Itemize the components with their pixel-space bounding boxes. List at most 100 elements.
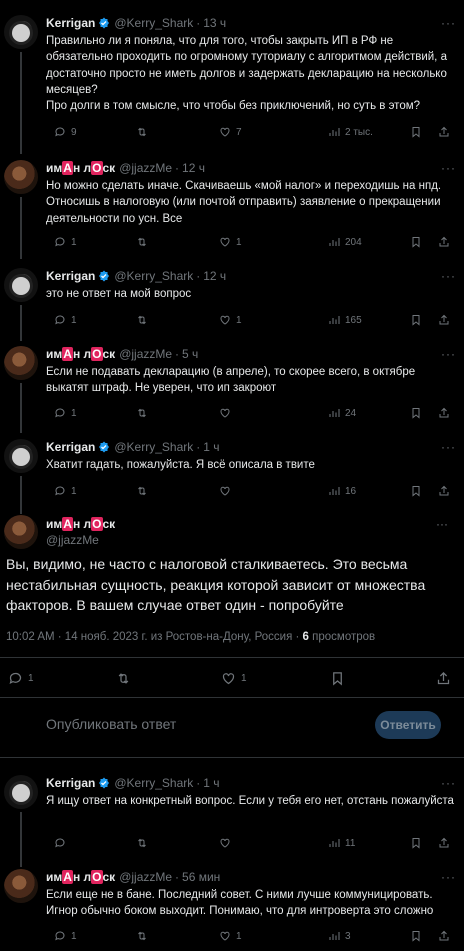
bookmark-button[interactable] [410,837,422,849]
retweet-button[interactable] [136,930,148,942]
retweet-button[interactable] [136,837,148,849]
more-icon[interactable]: ··· [436,517,448,531]
like-button[interactable] [219,485,236,497]
author-handle[interactable]: @jjazzMe [119,347,172,361]
views-button[interactable]: 3 [328,930,351,942]
share-button[interactable] [438,837,450,849]
author-name[interactable]: имАн лОск [46,347,115,361]
author-name[interactable]: имАн лОск [46,517,115,531]
tweet[interactable]: имАн лОск @jjazzMe · 12 ч ··· Но можно с… [0,160,464,260]
tweet-time[interactable]: 12 ч [182,161,205,175]
share-button[interactable] [438,314,450,326]
author-handle[interactable]: @Kerry_Shark [114,776,193,790]
share-button[interactable] [438,930,450,942]
bookmark-button[interactable] [410,485,422,497]
tweet-time[interactable]: 56 мин [182,870,220,884]
bookmark-button[interactable] [410,930,422,942]
author-name[interactable]: имАн лОск [46,870,115,884]
like-button[interactable]: 7 [219,126,242,138]
tweet[interactable]: Kerrigan @Kerry_Shark · 12 ч ··· это не … [0,268,464,338]
author-handle[interactable]: @jjazzMe [46,533,99,547]
views-button[interactable]: 11 [328,837,355,849]
tweet[interactable]: имАн лОск @jjazzMe · 5 ч ··· Если не под… [0,346,464,430]
tweet[interactable]: Kerrigan @Kerry_Shark · 1 ч ··· Я ищу от… [0,775,464,855]
share-icon [438,236,450,248]
author-handle[interactable]: @jjazzMe [119,870,172,884]
tweet[interactable]: Kerrigan @Kerry_Shark · 13 ч ··· Правиль… [0,15,464,155]
more-icon[interactable]: ··· [441,269,456,283]
avatar[interactable] [4,439,38,473]
reply-input[interactable]: Опубликовать ответ [46,716,176,732]
avatar[interactable] [4,869,38,903]
share-button[interactable] [438,236,450,248]
author-name[interactable]: Kerrigan [46,16,95,30]
avatar[interactable] [4,346,38,380]
reply-button[interactable]: 1 [8,671,34,686]
share-button[interactable] [438,126,450,138]
tweet-text: Хватит гадать, пожалуйста. Я всё описала… [46,459,315,471]
bookmark-button[interactable] [410,407,422,419]
tweet[interactable]: имАн лОск @jjazzMe · 56 мин ··· Если еще… [0,869,464,951]
reply-button[interactable] [54,837,71,849]
views-button[interactable]: 2 тыс. [328,126,373,138]
share-button[interactable] [436,671,451,686]
views-button[interactable]: 16 [328,485,356,497]
views-button[interactable]: 165 [328,314,362,326]
tweet-time[interactable]: 5 ч [182,347,198,361]
author-handle[interactable]: @jjazzMe [119,161,172,175]
author-name[interactable]: Kerrigan [46,269,95,283]
more-icon[interactable]: ··· [441,347,456,361]
reply-submit-button[interactable]: Ответить [375,711,441,739]
avatar[interactable] [4,775,38,809]
tweet-text: Если не подавать декларацию (в апреле), … [46,366,416,395]
retweet-button[interactable] [136,407,148,419]
more-icon[interactable]: ··· [441,870,456,884]
bookmark-icon [410,485,422,497]
author-name[interactable]: Kerrigan [46,440,95,454]
author-name[interactable]: имАн лОск [46,161,115,175]
retweet-button[interactable] [136,485,148,497]
views-button[interactable]: 24 [328,407,356,419]
avatar[interactable] [4,268,38,302]
bookmark-button[interactable] [410,236,422,248]
reply-button[interactable]: 1 [54,485,77,497]
reply-button[interactable]: 1 [54,407,77,419]
tweet-time[interactable]: 13 ч [203,16,226,30]
like-button[interactable]: 1 [219,236,242,248]
like-button[interactable]: 1 [219,314,242,326]
author-handle[interactable]: @Kerry_Shark [114,440,193,454]
avatar[interactable] [4,15,38,49]
tweet[interactable]: Kerrigan @Kerry_Shark · 1 ч ··· Хватит г… [0,439,464,509]
share-button[interactable] [438,485,450,497]
views-icon [328,485,340,497]
author-handle[interactable]: @Kerry_Shark [114,269,193,283]
avatar[interactable] [4,160,38,194]
more-icon[interactable]: ··· [441,776,456,790]
bookmark-button[interactable] [410,126,422,138]
like-button[interactable]: 1 [221,671,247,686]
more-icon[interactable]: ··· [441,161,456,175]
reply-button[interactable]: 9 [54,126,77,138]
like-button[interactable] [219,407,236,419]
tweet-time[interactable]: 1 ч [203,776,219,790]
author-handle[interactable]: @Kerry_Shark [114,16,193,30]
tweet-time[interactable]: 12 ч [203,269,226,283]
like-button[interactable] [219,837,236,849]
tweet-time[interactable]: 1 ч [203,440,219,454]
retweet-button[interactable] [136,314,148,326]
more-icon[interactable]: ··· [441,440,456,454]
reply-button[interactable]: 1 [54,314,77,326]
author-name[interactable]: Kerrigan [46,776,95,790]
bookmark-button[interactable] [330,671,345,686]
reply-button[interactable]: 1 [54,930,77,942]
like-button[interactable]: 1 [219,930,242,942]
reply-button[interactable]: 1 [54,236,77,248]
retweet-button[interactable] [116,671,131,686]
views-button[interactable]: 204 [328,236,362,248]
bookmark-button[interactable] [410,314,422,326]
share-button[interactable] [438,407,450,419]
retweet-button[interactable] [136,126,148,138]
retweet-button[interactable] [136,236,148,248]
avatar[interactable] [4,515,38,549]
more-icon[interactable]: ··· [441,16,456,30]
